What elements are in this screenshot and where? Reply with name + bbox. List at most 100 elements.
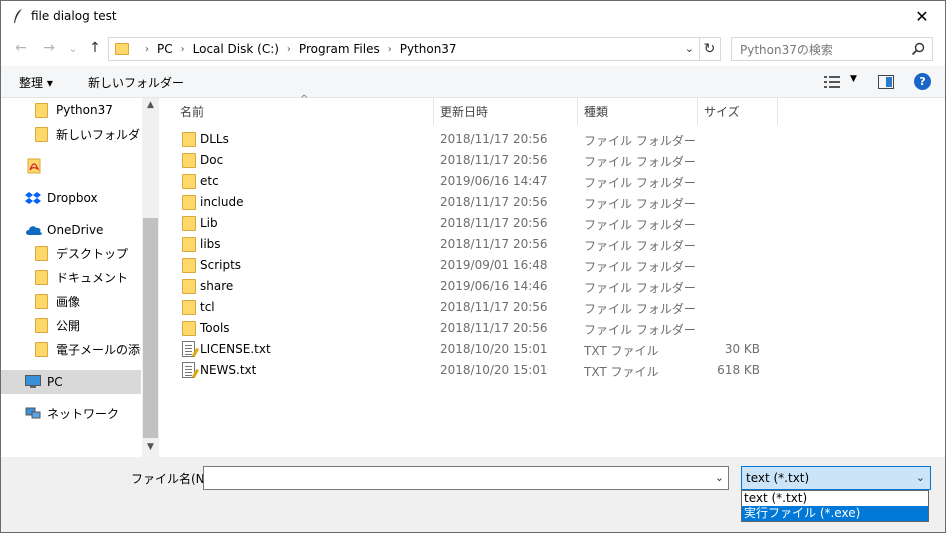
network-icon <box>25 407 41 419</box>
breadcrumb-program-files[interactable]: Program Files <box>299 42 380 56</box>
file-type: TXT ファイル <box>584 365 659 379</box>
nav-item-new-folder[interactable]: 新しいフォルダー (7 <box>1 122 141 146</box>
folder-icon <box>35 293 48 309</box>
nav-item-label: 公開 <box>56 318 81 333</box>
file-name: Lib <box>200 216 218 230</box>
close-button[interactable]: ✕ <box>899 1 945 32</box>
nav-item-label: 電子メールの添付 <box>56 342 141 357</box>
recent-locations-button[interactable]: ⌄ <box>63 38 83 58</box>
text-file-icon <box>182 341 195 357</box>
file-row[interactable]: Doc 2018/11/17 20:56 ファイル フォルダー <box>172 150 772 171</box>
filetype-select[interactable]: text (*.txt) ⌄ <box>741 466 931 490</box>
forward-button[interactable]: → <box>39 38 59 58</box>
title-bar: file dialog test ✕ <box>1 1 945 32</box>
file-name: share <box>200 279 234 293</box>
column-header-label: サイズ <box>704 105 740 119</box>
column-header-type[interactable]: 種類 <box>578 98 698 125</box>
nav-item-label: Python37 <box>56 103 113 117</box>
folder-icon <box>182 279 196 294</box>
file-type: ファイル フォルダー <box>584 197 696 211</box>
column-header-name[interactable]: 名前 ^ <box>160 94 434 125</box>
navigation-pane-scrollbar[interactable]: ▲ ▼ <box>142 98 159 457</box>
file-row[interactable]: Tools 2018/11/17 20:56 ファイル フォルダー <box>172 318 772 339</box>
address-dropdown-button[interactable]: ⌄ <box>685 42 694 55</box>
file-row[interactable]: Lib 2018/11/17 20:56 ファイル フォルダー <box>172 213 772 234</box>
chevron-down-icon[interactable]: ⌄ <box>715 471 724 484</box>
help-icon[interactable]: ? <box>914 73 931 90</box>
nav-item-documents[interactable]: ドキュメント <box>1 265 141 289</box>
nav-item-pc[interactable]: PC <box>1 370 141 394</box>
file-name: DLLs <box>200 132 229 146</box>
file-row[interactable]: etc 2019/06/16 14:47 ファイル フォルダー <box>172 171 772 192</box>
window-title: file dialog test <box>31 9 117 23</box>
preview-pane-icon[interactable] <box>878 75 894 89</box>
filetype-selected-value: text (*.txt) <box>746 471 810 485</box>
file-date: 2018/11/17 20:56 <box>440 300 548 314</box>
folder-icon <box>182 174 196 189</box>
scroll-up-icon[interactable]: ▲ <box>142 100 159 114</box>
refresh-button[interactable]: ↻ <box>699 37 721 61</box>
file-name: tcl <box>200 300 215 314</box>
scroll-down-icon[interactable]: ▼ <box>142 442 159 456</box>
search-icon <box>911 42 925 56</box>
acrobat-icon <box>27 158 41 174</box>
nav-item-pictures[interactable]: 画像 <box>1 289 141 313</box>
nav-item-label: OneDrive <box>47 223 104 237</box>
view-dropdown-icon[interactable]: ▼ <box>850 74 857 84</box>
view-details-icon[interactable] <box>824 75 840 89</box>
file-date: 2018/10/20 15:01 <box>440 363 548 377</box>
nav-item-network[interactable]: ネットワーク <box>1 401 141 425</box>
file-row[interactable]: Scripts 2019/09/01 16:48 ファイル フォルダー <box>172 255 772 276</box>
organize-button[interactable]: 整理 ▾ <box>19 74 53 91</box>
breadcrumb-python37[interactable]: Python37 <box>400 42 457 56</box>
file-type: ファイル フォルダー <box>584 239 696 253</box>
file-name: etc <box>200 174 219 188</box>
folder-icon <box>182 132 196 147</box>
nav-item-dropbox[interactable]: Dropbox <box>1 186 141 210</box>
file-date: 2018/11/17 20:56 <box>440 195 548 209</box>
file-date: 2018/11/17 20:56 <box>440 321 548 335</box>
folder-icon <box>182 258 196 273</box>
file-type: ファイル フォルダー <box>584 302 696 316</box>
chevron-down-icon[interactable]: ⌄ <box>916 471 925 484</box>
file-row[interactable]: DLLs 2018/11/17 20:56 ファイル フォルダー <box>172 129 772 150</box>
file-row[interactable]: tcl 2018/11/17 20:56 ファイル フォルダー <box>172 297 772 318</box>
column-header-label: 種類 <box>584 105 609 119</box>
address-bar[interactable]: › PC › Local Disk (C:) › Program Files ›… <box>108 37 700 61</box>
nav-item-label: ネットワーク <box>47 406 120 421</box>
file-row[interactable]: include 2018/11/17 20:56 ファイル フォルダー <box>172 192 772 213</box>
file-row[interactable]: libs 2018/11/17 20:56 ファイル フォルダー <box>172 234 772 255</box>
new-folder-button[interactable]: 新しいフォルダー <box>88 74 184 91</box>
breadcrumb-local-disk[interactable]: Local Disk (C:) <box>193 42 279 56</box>
nav-item-onedrive[interactable]: OneDrive <box>1 218 141 242</box>
filetype-option-txt[interactable]: text (*.txt) <box>742 491 928 506</box>
up-button[interactable]: ↑ <box>85 38 105 58</box>
file-row[interactable]: share 2019/06/16 14:46 ファイル フォルダー <box>172 276 772 297</box>
file-row[interactable]: LICENSE.txt 2018/10/20 15:01 TXT ファイル 30 KB <box>172 339 772 360</box>
pc-icon <box>25 375 41 388</box>
search-input[interactable]: Python37の検索 <box>731 37 933 61</box>
filename-label: ファイル名(N): <box>131 472 214 486</box>
filename-input[interactable]: ⌄ <box>203 466 729 490</box>
breadcrumb-pc[interactable]: PC <box>157 42 173 56</box>
column-header-size[interactable]: サイズ <box>698 98 778 125</box>
nav-item-label: 画像 <box>56 294 81 309</box>
scrollbar-thumb[interactable] <box>143 218 158 438</box>
file-row[interactable]: NEWS.txt 2018/10/20 15:01 TXT ファイル 618 KB <box>172 360 772 381</box>
column-header-date[interactable]: 更新日時 <box>434 98 578 125</box>
nav-item-python37[interactable]: Python37 <box>1 98 141 122</box>
filetype-option-exe[interactable]: 実行ファイル (*.exe) <box>742 506 928 521</box>
file-name: Doc <box>200 153 224 167</box>
nav-item-email-attachments[interactable]: 電子メールの添付 <box>1 337 141 361</box>
back-button[interactable]: ← <box>11 38 31 58</box>
nav-item-public[interactable]: 公開 <box>1 313 141 337</box>
nav-item-desktop[interactable]: デスクトップ <box>1 241 141 265</box>
column-header-label: 更新日時 <box>440 105 489 119</box>
file-size: 618 KB <box>717 363 760 377</box>
nav-item-label: デスクトップ <box>56 246 129 261</box>
chevron-right-icon: › <box>286 43 291 55</box>
folder-icon <box>35 341 48 357</box>
file-date: 2019/06/16 14:47 <box>440 174 548 188</box>
nav-item-acrobat[interactable] <box>1 154 141 178</box>
chevron-right-icon: › <box>180 43 185 55</box>
